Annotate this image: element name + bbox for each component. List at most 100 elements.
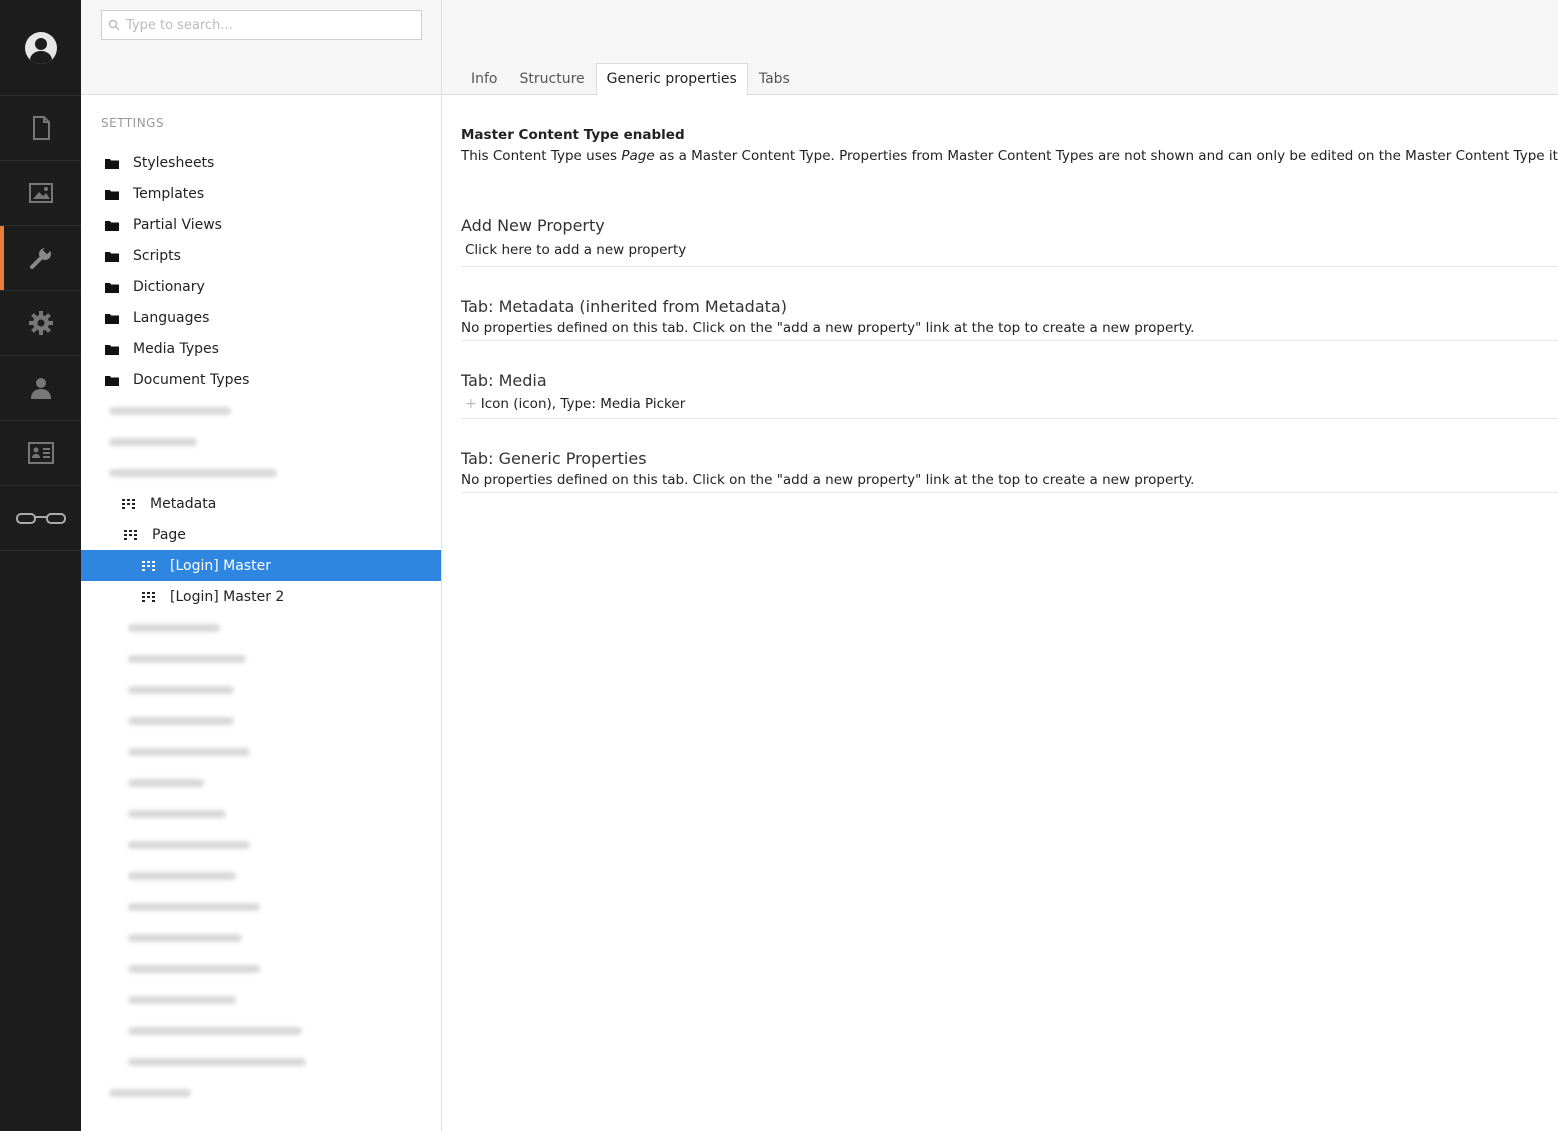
tab-generic-section: Tab: Generic Properties No properties de… xyxy=(461,449,1558,493)
tab-metadata-text: No properties defined on this tab. Click… xyxy=(461,320,1195,336)
tree-item-label: [Login] Master 2 xyxy=(170,588,285,605)
tree-item-redacted[interactable] xyxy=(81,705,441,736)
tab-content: Master Content Type enabled This Content… xyxy=(442,95,1558,493)
folder-icon xyxy=(105,158,119,169)
tree-item-label: Scripts xyxy=(133,247,181,264)
search-icon xyxy=(108,19,120,31)
tabs: Info Structure Generic properties Tabs xyxy=(460,63,801,95)
folder-icon xyxy=(105,282,119,293)
tree-item-dictionary[interactable]: Dictionary xyxy=(81,271,441,302)
tree-item-scripts[interactable]: Scripts xyxy=(81,240,441,271)
add-property-link[interactable]: Click here to add a new property xyxy=(461,242,1558,260)
property-label: Icon (icon), Type: Media Picker xyxy=(480,396,686,412)
tree-item-media-types[interactable]: Media Types xyxy=(81,333,441,364)
tree-item-redacted[interactable] xyxy=(81,953,441,984)
folder-icon xyxy=(105,344,119,355)
tree-item-label: Partial Views xyxy=(133,216,222,233)
folder-icon xyxy=(105,220,119,231)
tree-item-label: Media Types xyxy=(133,340,219,357)
tree-item-page[interactable]: Page xyxy=(81,519,441,550)
image-icon xyxy=(28,183,53,203)
search-box[interactable] xyxy=(101,10,422,40)
tab-tabs[interactable]: Tabs xyxy=(748,63,801,94)
tree-item-login-master-2[interactable]: [Login] Master 2 xyxy=(81,581,441,612)
master-content-type-text: This Content Type uses Page as a Master … xyxy=(461,148,1558,164)
grid-icon xyxy=(142,591,155,602)
tab-generic-title: Tab: Generic Properties xyxy=(461,449,647,468)
tree-item-label: Dictionary xyxy=(133,278,205,295)
tab-media-section: Tab: Media + Icon (icon), Type: Media Pi… xyxy=(461,371,1558,419)
grid-icon xyxy=(124,529,137,540)
tab-structure[interactable]: Structure xyxy=(509,63,596,94)
folder-icon xyxy=(105,313,119,324)
tab-metadata-title: Tab: Metadata (inherited from Metadata) xyxy=(461,297,787,316)
tree-item-redacted[interactable] xyxy=(81,798,441,829)
tree-item-redacted[interactable] xyxy=(81,1015,441,1046)
drag-handle-icon[interactable]: + xyxy=(465,396,477,412)
tab-metadata-section: Tab: Metadata (inherited from Metadata) … xyxy=(461,297,1558,341)
section-media[interactable] xyxy=(0,161,81,226)
tab-media-title: Tab: Media xyxy=(461,371,547,390)
section-translation[interactable] xyxy=(0,486,81,551)
section-users[interactable] xyxy=(0,356,81,421)
search-area xyxy=(81,0,441,95)
tree-item-redacted[interactable] xyxy=(81,612,441,643)
tree-item-metadata[interactable]: Metadata xyxy=(81,488,441,519)
tree-item-redacted[interactable] xyxy=(81,1046,441,1077)
section-members[interactable] xyxy=(0,421,81,486)
user-icon xyxy=(24,31,57,64)
add-property-title: Add New Property xyxy=(461,216,605,235)
folder-icon xyxy=(105,375,119,386)
grid-icon xyxy=(142,560,155,571)
document-icon xyxy=(32,116,50,140)
tree-item-redacted[interactable] xyxy=(81,891,441,922)
folder-icon xyxy=(105,251,119,262)
section-developer[interactable] xyxy=(0,291,81,356)
glasses-icon xyxy=(15,513,66,524)
tree-panel: SETTINGS Stylesheets Templates Partial V… xyxy=(81,0,442,1131)
tree-item-document-types[interactable]: Document Types xyxy=(81,364,441,395)
tree-item-label: [Login] Master xyxy=(170,557,271,574)
folder-icon xyxy=(105,189,119,200)
add-property-section: Add New Property Click here to add a new… xyxy=(461,216,1558,267)
tree-item-redacted[interactable] xyxy=(81,674,441,705)
section-content[interactable] xyxy=(0,96,81,161)
tree-item-partial-views[interactable]: Partial Views xyxy=(81,209,441,240)
property-row[interactable]: + Icon (icon), Type: Media Picker xyxy=(461,396,1558,412)
tab-generic-properties[interactable]: Generic properties xyxy=(595,63,748,95)
id-card-icon xyxy=(27,442,54,464)
tab-generic-text: No properties defined on this tab. Click… xyxy=(461,472,1195,488)
tree-item-redacted[interactable] xyxy=(81,1077,441,1108)
master-content-type-title: Master Content Type enabled xyxy=(461,127,685,143)
tree-item-label: Document Types xyxy=(133,371,250,388)
tree-item-redacted[interactable] xyxy=(81,767,441,798)
tree-item-label: Page xyxy=(152,526,186,543)
search-input[interactable] xyxy=(126,17,416,33)
tree-item-redacted[interactable] xyxy=(81,643,441,674)
tree-item-redacted[interactable] xyxy=(81,457,441,488)
tree-item-templates[interactable]: Templates xyxy=(81,178,441,209)
section-settings[interactable] xyxy=(0,226,81,291)
tree-item-stylesheets[interactable]: Stylesheets xyxy=(81,147,441,178)
tree-item-label: Templates xyxy=(133,185,205,202)
tree-item-redacted[interactable] xyxy=(81,922,441,953)
tree-item-login-master[interactable]: [Login] Master xyxy=(81,550,441,581)
user-icon xyxy=(30,378,51,399)
tree-item-label: Languages xyxy=(133,309,210,326)
app-sections-rail xyxy=(0,0,81,1131)
tree-item-redacted[interactable] xyxy=(81,984,441,1015)
grid-icon xyxy=(122,498,135,509)
tree-item-label: Stylesheets xyxy=(133,154,215,171)
main-editor: Info Structure Generic properties Tabs M… xyxy=(442,0,1558,1131)
tree-item-redacted[interactable] xyxy=(81,426,441,457)
master-content-type-name: Page xyxy=(621,148,655,164)
gear-icon xyxy=(28,311,53,335)
tab-info[interactable]: Info xyxy=(460,63,509,94)
tree-item-redacted[interactable] xyxy=(81,860,441,891)
tabs-bar: Info Structure Generic properties Tabs xyxy=(442,0,1558,95)
tree-item-redacted[interactable] xyxy=(81,395,441,426)
user-avatar[interactable] xyxy=(0,0,81,96)
tree-item-redacted[interactable] xyxy=(81,736,441,767)
tree-item-redacted[interactable] xyxy=(81,829,441,860)
tree-item-languages[interactable]: Languages xyxy=(81,302,441,333)
